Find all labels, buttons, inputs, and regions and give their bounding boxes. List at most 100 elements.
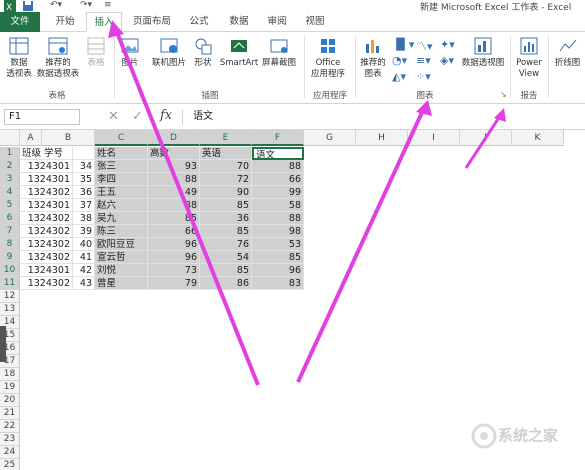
column-header-H[interactable]: H (356, 130, 408, 146)
table-cell[interactable]: 88 (148, 199, 200, 212)
column-chart-icon[interactable]: ▐▌▾ (392, 38, 414, 51)
table-cell[interactable]: 37 (42, 199, 95, 212)
table-cell[interactable]: 83 (252, 277, 304, 290)
pivot-table-button[interactable]: 数据 透视表 (2, 36, 36, 80)
column-header-G[interactable]: G (304, 130, 356, 146)
table-cell[interactable]: 53 (252, 238, 304, 251)
row-header-7[interactable]: 7 (0, 225, 20, 238)
worksheet-grid[interactable]: A B C D E F G H I J K 1 2 3 4 5 6 7 8 9 10 11 12 13 14 15 16 17 18 19… (0, 130, 585, 470)
tab-view[interactable]: 视图 (298, 12, 332, 32)
table-cell[interactable]: 40 (42, 238, 95, 251)
redo-icon[interactable]: ↷▾ (80, 0, 92, 12)
table-cell[interactable]: 73 (148, 264, 200, 277)
table-cell[interactable]: 34 (42, 160, 95, 173)
row-header-2[interactable]: 2 (0, 160, 20, 173)
recommended-charts-button[interactable]: 推荐的 图表 (356, 36, 390, 80)
table-cell[interactable]: 49 (148, 186, 200, 199)
row-header-19[interactable]: 19 (0, 381, 20, 394)
table-cell[interactable]: 85 (252, 251, 304, 264)
chart-dialog-launcher-icon[interactable]: ↘ (500, 90, 507, 99)
table-cell[interactable]: 王五 (95, 186, 148, 199)
row-header-22[interactable]: 22 (0, 420, 20, 433)
table-cell[interactable]: 吴九 (95, 212, 148, 225)
row-header-24[interactable]: 24 (0, 446, 20, 459)
row-header-11[interactable]: 11 (0, 277, 20, 290)
row-header-10[interactable]: 10 (0, 264, 20, 277)
pivot-chart-button[interactable]: 数据透视图 (458, 36, 508, 69)
table-cell[interactable]: 96 (148, 251, 200, 264)
table-cell[interactable]: 96 (252, 264, 304, 277)
undo-icon[interactable]: ↶▾ (50, 0, 62, 12)
header-cell[interactable]: 英语 (200, 147, 252, 160)
table-cell[interactable]: 36 (200, 212, 252, 225)
online-pictures-button[interactable]: 联机图片 (146, 36, 192, 69)
table-cell[interactable]: 85 (148, 212, 200, 225)
table-cell[interactable]: 85 (200, 264, 252, 277)
row-header-4[interactable]: 4 (0, 186, 20, 199)
column-header-J[interactable]: J (460, 130, 512, 146)
column-header-E[interactable]: E (200, 130, 252, 146)
table-cell[interactable]: 赵六 (95, 199, 148, 212)
table-cell[interactable]: 41 (42, 251, 95, 264)
table-cell[interactable]: 66 (252, 173, 304, 186)
row-header-18[interactable]: 18 (0, 368, 20, 381)
row-header-12[interactable]: 12 (0, 290, 20, 303)
column-header-D[interactable]: D (148, 130, 200, 146)
table-cell[interactable]: 42 (42, 264, 95, 277)
column-header-I[interactable]: I (408, 130, 460, 146)
cancel-icon[interactable]: ✕ (108, 109, 119, 125)
column-header-A[interactable]: A (20, 130, 42, 146)
table-cell[interactable]: 96 (148, 238, 200, 251)
table-cell[interactable]: 36 (42, 186, 95, 199)
tab-formulas[interactable]: 公式 (182, 12, 216, 32)
table-cell[interactable]: 欧阳豆豆 (95, 238, 148, 251)
header-cell[interactable]: 学号 (42, 147, 95, 160)
row-header-8[interactable]: 8 (0, 238, 20, 251)
tab-data[interactable]: 数据 (222, 12, 256, 32)
header-cell[interactable]: 姓名 (95, 147, 148, 160)
table-cell[interactable]: 曾星 (95, 277, 148, 290)
left-scroll-handle[interactable] (0, 326, 6, 362)
recommended-pivot-button[interactable]: 推荐的 数据透视表 (34, 36, 82, 80)
table-cell[interactable]: 99 (252, 186, 304, 199)
table-cell[interactable]: 宣云哲 (95, 251, 148, 264)
column-header-B[interactable]: B (42, 130, 95, 146)
formula-input[interactable]: 语文 (182, 109, 582, 125)
table-cell[interactable]: 38 (42, 212, 95, 225)
sparkline-button[interactable]: 折线图 (550, 36, 585, 69)
table-cell[interactable]: 66 (148, 225, 200, 238)
tab-review[interactable]: 审阅 (260, 12, 294, 32)
row-header-5[interactable]: 5 (0, 199, 20, 212)
table-cell[interactable]: 刘悦 (95, 264, 148, 277)
row-header-3[interactable]: 3 (0, 173, 20, 186)
table-cell[interactable]: 54 (200, 251, 252, 264)
tab-insert[interactable]: 插入 (86, 12, 122, 33)
table-cell[interactable]: 70 (200, 160, 252, 173)
table-cell[interactable]: 39 (42, 225, 95, 238)
table-cell[interactable]: 98 (252, 225, 304, 238)
row-header-13[interactable]: 13 (0, 303, 20, 316)
table-cell[interactable]: 张三 (95, 160, 148, 173)
office-apps-button[interactable]: Office 应用程序 (306, 36, 350, 80)
smartart-button[interactable]: SmartArt (218, 36, 260, 69)
column-header-K[interactable]: K (512, 130, 564, 146)
pie-chart-icon[interactable]: ◔▾ (392, 54, 407, 67)
area-chart-icon[interactable]: ◭▾ (392, 70, 406, 83)
customize-qat-icon[interactable]: ≡ (104, 0, 112, 12)
row-header-21[interactable]: 21 (0, 407, 20, 420)
row-header-23[interactable]: 23 (0, 433, 20, 446)
column-header-C[interactable]: C (95, 130, 148, 146)
table-cell[interactable]: 79 (148, 277, 200, 290)
bar-chart-icon[interactable]: ≡▾ (416, 54, 431, 67)
header-cell[interactable]: 高数 (148, 147, 200, 160)
table-cell[interactable]: 88 (252, 212, 304, 225)
table-cell[interactable]: 58 (252, 199, 304, 212)
active-cell[interactable]: 语文 (252, 147, 304, 160)
select-all-corner[interactable] (0, 130, 20, 146)
name-box[interactable]: F1 (4, 109, 80, 125)
enter-icon[interactable]: ✓ (132, 109, 143, 125)
tab-file[interactable]: 文件 (0, 12, 40, 32)
screenshot-button[interactable]: 屏幕截图 (260, 36, 298, 69)
table-button[interactable]: 表格 (84, 36, 108, 69)
stock-chart-icon[interactable]: ✦▾ (440, 38, 455, 51)
